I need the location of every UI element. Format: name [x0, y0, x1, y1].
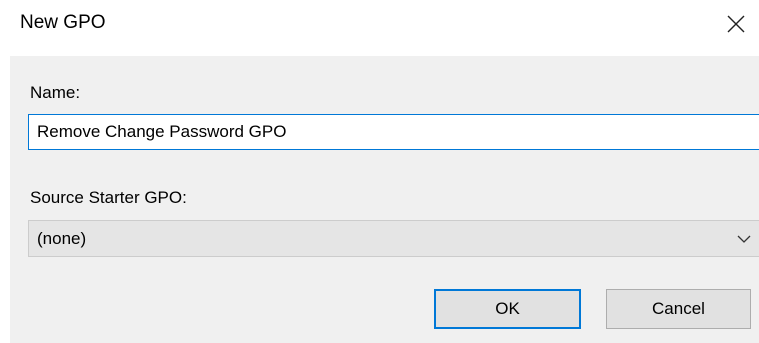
source-starter-gpo-value: (none) [37, 228, 87, 248]
close-button[interactable] [713, 0, 759, 48]
chevron-down-icon [729, 221, 759, 256]
title-bar[interactable]: New GPO [0, 0, 759, 56]
dialog-title: New GPO [20, 12, 106, 33]
name-label: Name: [30, 83, 81, 102]
source-starter-gpo-label: Source Starter GPO: [30, 188, 187, 207]
new-gpo-dialog: New GPO Name: Source Starter GPO: (none)… [0, 0, 759, 343]
cancel-button[interactable]: Cancel [606, 289, 751, 329]
ok-button[interactable]: OK [434, 289, 581, 329]
name-input[interactable] [28, 114, 759, 150]
close-icon [727, 15, 745, 33]
source-starter-gpo-dropdown[interactable]: (none) [28, 220, 759, 257]
dialog-body: Name: Source Starter GPO: (none) OK Canc… [10, 56, 759, 343]
